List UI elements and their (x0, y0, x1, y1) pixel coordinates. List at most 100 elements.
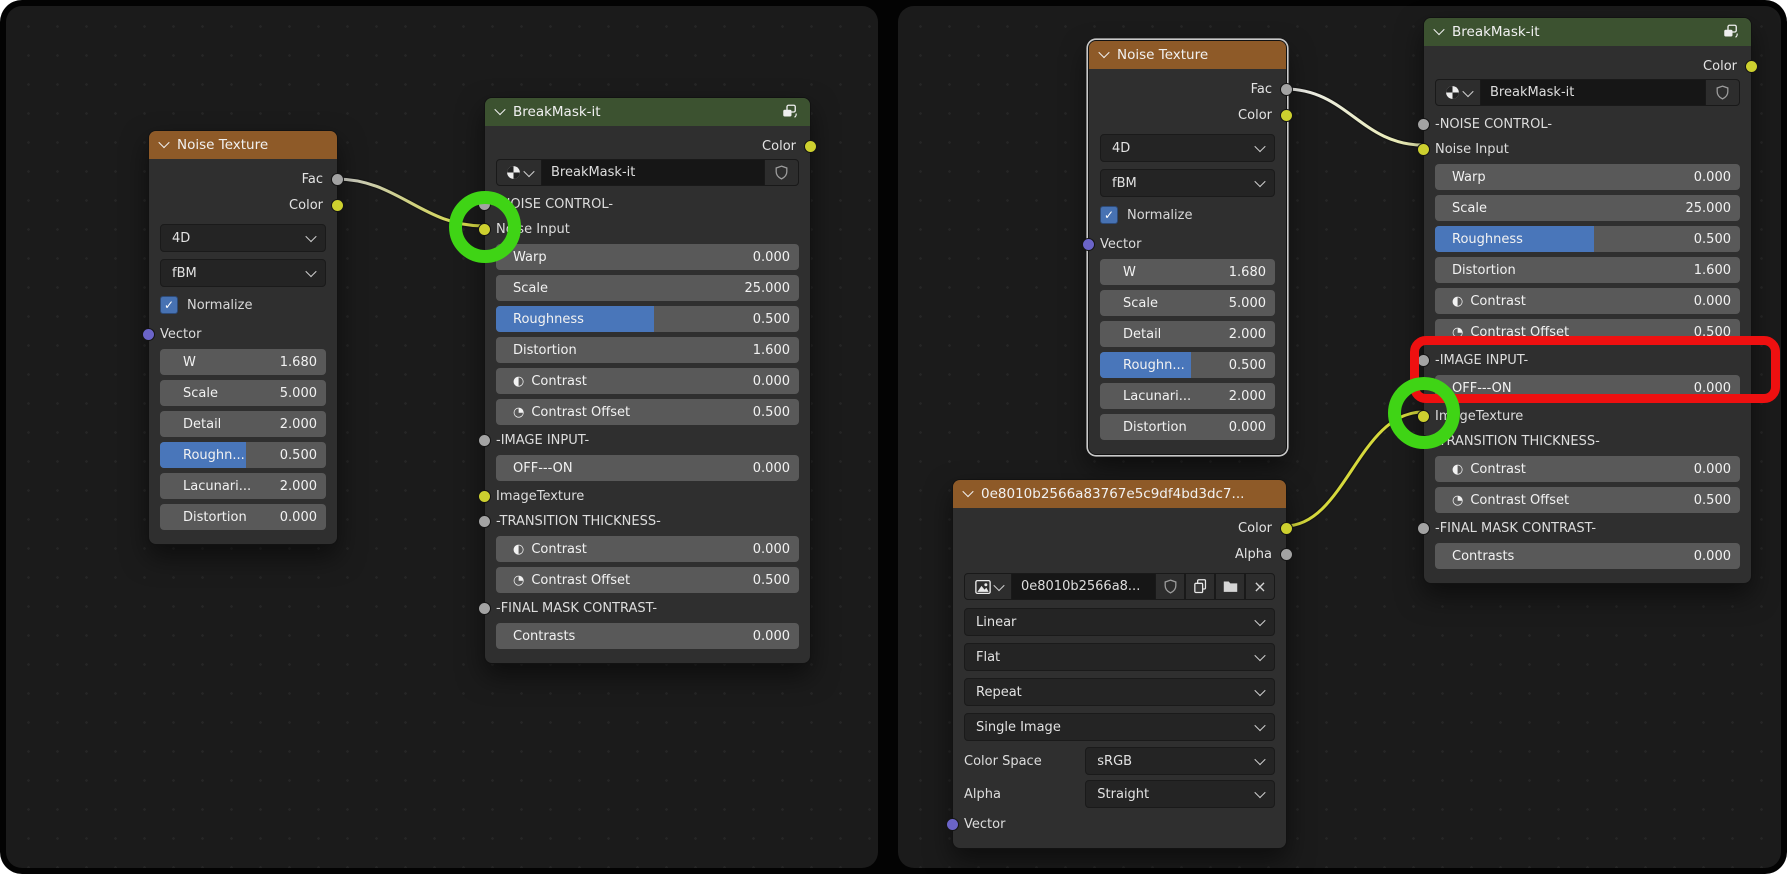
slider-distortion[interactable]: Distortion0.000 (1100, 414, 1275, 440)
node-header[interactable]: BreakMask-it (485, 98, 810, 126)
output-color-socket[interactable] (331, 199, 344, 212)
image-option-dropdown[interactable]: Repeat (964, 678, 1275, 706)
slider-roughn-[interactable]: Roughn...0.500 (1100, 352, 1275, 378)
input--image-input--socket[interactable] (478, 434, 491, 447)
image-option-dropdown[interactable]: Flat (964, 643, 1275, 671)
node-noise-texture-left[interactable]: Noise TextureFacColor4DfBM✓NormalizeVect… (148, 130, 338, 545)
slider-distortion[interactable]: Distortion0.000 (160, 504, 326, 530)
slider-scale[interactable]: Scale25.000 (496, 275, 799, 301)
slider-roughn-[interactable]: Roughn...0.500 (160, 442, 326, 468)
output-fac-socket[interactable] (1280, 83, 1293, 96)
normalize-checkbox-row[interactable]: ✓Normalize (1100, 204, 1275, 226)
node-header[interactable]: Noise Texture (1089, 41, 1286, 69)
input-vector-socket[interactable] (946, 818, 959, 831)
slider-label: Distortion (1123, 420, 1221, 435)
slider-distortion[interactable]: Distortion1.600 (1435, 257, 1740, 283)
slider-lacunari-[interactable]: Lacunari...2.000 (160, 473, 326, 499)
input-noise-input-socket[interactable] (478, 223, 491, 236)
node-image-texture[interactable]: 0e8010b2566a83767e5c9df4bd3dc7...ColorAl… (952, 479, 1287, 849)
fake-user-shield-button[interactable] (1705, 79, 1740, 106)
slider-scale[interactable]: Scale25.000 (1435, 195, 1740, 221)
slider-contrasts[interactable]: Contrasts0.000 (1435, 543, 1740, 569)
slider-contrast[interactable]: ◐Contrast0.000 (496, 368, 799, 394)
input-vector-socket[interactable] (1082, 238, 1095, 251)
slider-contrast-offset[interactable]: ◔Contrast Offset0.500 (496, 567, 799, 593)
input-imagetexture-socket[interactable] (1417, 410, 1430, 423)
slider-detail[interactable]: Detail2.000 (160, 411, 326, 437)
slider-off-on[interactable]: OFF---ON0.000 (1435, 375, 1740, 401)
image-option-dropdown[interactable]: Linear (964, 608, 1275, 636)
contrast-icon: ◐ (513, 375, 524, 388)
slider-contrast[interactable]: ◐Contrast0.000 (496, 536, 799, 562)
slider-label-text: Contrasts (1452, 549, 1514, 564)
dimensions-dropdown[interactable]: fBM (1100, 169, 1275, 197)
input-vector-socket[interactable] (142, 328, 155, 341)
dimensions-dropdown[interactable]: 4D (160, 224, 326, 252)
dropdown-value: Single Image (976, 720, 1061, 735)
slider-scale[interactable]: Scale5.000 (1100, 290, 1275, 316)
option-label: Alpha (964, 787, 1085, 802)
input--noise-control--socket[interactable] (1417, 118, 1430, 131)
input--noise-control--socket[interactable] (478, 198, 491, 211)
input--transition-thickness--socket[interactable] (1417, 435, 1430, 448)
slider-w[interactable]: W1.680 (1100, 259, 1275, 285)
socket-label: -TRANSITION THICKNESS- (1435, 434, 1600, 449)
slider-contrast-offset[interactable]: ◔Contrast Offset0.500 (1435, 487, 1740, 513)
contrast-icon: ◐ (1452, 463, 1463, 476)
output-color-socket[interactable] (804, 140, 817, 153)
output-color-socket[interactable] (1280, 109, 1293, 122)
slider-lacunari-[interactable]: Lacunari...2.000 (1100, 383, 1275, 409)
node-breakmask-left[interactable]: BreakMask-itColorBreakMask-it-NOISE CONT… (484, 97, 811, 664)
normalize-checkbox-row[interactable]: ✓Normalize (160, 294, 326, 316)
slider-contrasts[interactable]: Contrasts0.000 (496, 623, 799, 649)
alpha-dropdown[interactable]: Straight (1085, 780, 1275, 808)
slider-distortion[interactable]: Distortion1.600 (496, 337, 799, 363)
socket-label-row: -IMAGE INPUT- (1435, 350, 1740, 370)
node-noise-texture-right[interactable]: Noise TextureFacColor4DfBM✓NormalizeVect… (1088, 40, 1287, 455)
nodegroup-name-field[interactable]: BreakMask-it (1481, 79, 1705, 106)
node-header[interactable]: Noise Texture (149, 131, 337, 159)
slider-off-on[interactable]: OFF---ON0.000 (496, 455, 799, 481)
color-space-dropdown[interactable]: sRGB (1085, 747, 1275, 775)
nodegroup-browse-button[interactable] (1435, 79, 1481, 106)
slider-roughness[interactable]: Roughness0.500 (496, 306, 799, 332)
slider-detail[interactable]: Detail2.000 (1100, 321, 1275, 347)
image-browse-button[interactable] (964, 573, 1012, 600)
checkbox-checked-icon[interactable]: ✓ (160, 296, 178, 314)
input-imagetexture-socket[interactable] (478, 490, 491, 503)
input--image-input--socket[interactable] (1417, 354, 1430, 367)
fake-user-shield-button[interactable] (1155, 573, 1185, 600)
nodegroup-name-field[interactable]: BreakMask-it (542, 159, 764, 186)
slider-warp[interactable]: Warp0.000 (1435, 164, 1740, 190)
dimensions-dropdown[interactable]: 4D (1100, 134, 1275, 162)
node-header[interactable]: 0e8010b2566a83767e5c9df4bd3dc7... (953, 480, 1286, 508)
copy-image-button[interactable] (1185, 573, 1215, 600)
output-color-socket[interactable] (1280, 522, 1293, 535)
output-color-socket[interactable] (1745, 60, 1758, 73)
input-noise-input-socket[interactable] (1417, 143, 1430, 156)
output-fac-socket[interactable] (331, 173, 344, 186)
slider-contrast-offset[interactable]: ◔Contrast Offset0.500 (496, 399, 799, 425)
node-header[interactable]: BreakMask-it (1424, 18, 1751, 46)
slider-contrast[interactable]: ◐Contrast0.000 (1435, 456, 1740, 482)
slider-w[interactable]: W1.680 (160, 349, 326, 375)
nodegroup-browse-button[interactable] (496, 159, 542, 186)
image-name-field[interactable]: 0e8010b2566a8... (1012, 573, 1155, 600)
slider-contrast-offset[interactable]: ◔Contrast Offset0.500 (1435, 319, 1740, 345)
input--final-mask-contrast--socket[interactable] (1417, 522, 1430, 535)
unlink-image-button[interactable]: × (1245, 573, 1275, 600)
slider-scale[interactable]: Scale5.000 (160, 380, 326, 406)
fake-user-shield-button[interactable] (764, 159, 799, 186)
node-breakmask-right[interactable]: BreakMask-itColorBreakMask-it-NOISE CONT… (1423, 17, 1752, 584)
dimensions-dropdown[interactable]: fBM (160, 259, 326, 287)
slider-warp[interactable]: Warp0.000 (496, 244, 799, 270)
input--transition-thickness--socket[interactable] (478, 515, 491, 528)
open-image-button[interactable] (1215, 573, 1245, 600)
image-option-dropdown[interactable]: Single Image (964, 713, 1275, 741)
output-alpha-socket[interactable] (1280, 548, 1293, 561)
slider-label-text: Scale (183, 386, 218, 401)
input--final-mask-contrast--socket[interactable] (478, 602, 491, 615)
slider-contrast[interactable]: ◐Contrast0.000 (1435, 288, 1740, 314)
checkbox-checked-icon[interactable]: ✓ (1100, 206, 1118, 224)
slider-roughness[interactable]: Roughness0.500 (1435, 226, 1740, 252)
